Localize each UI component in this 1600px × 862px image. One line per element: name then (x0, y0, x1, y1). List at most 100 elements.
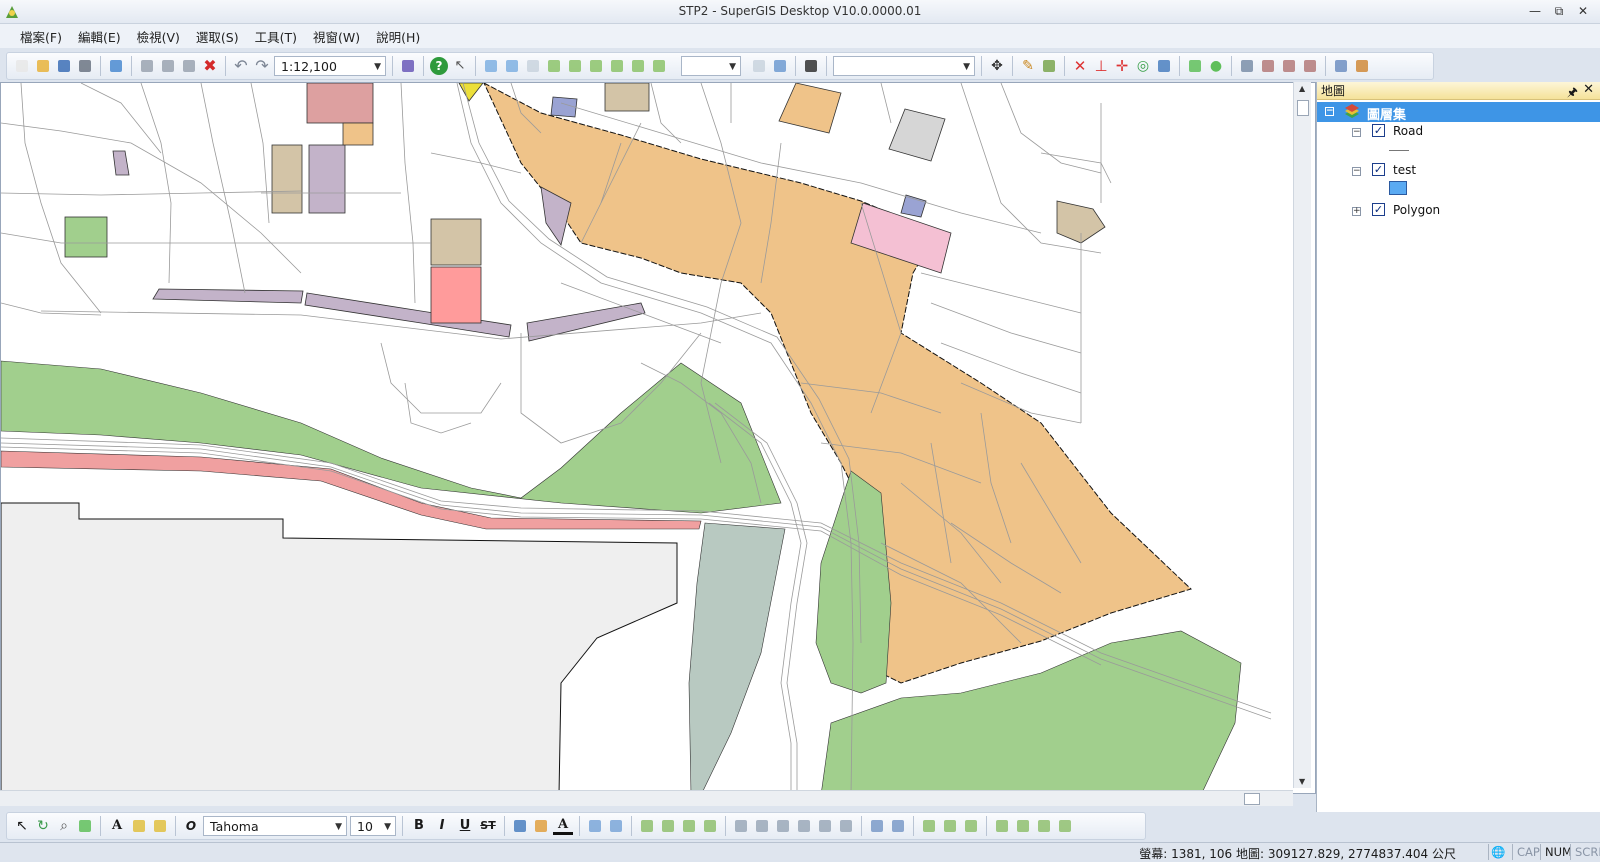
line-color-icon[interactable] (532, 817, 550, 835)
fill-color-icon[interactable] (511, 817, 529, 835)
same-size-icon[interactable] (962, 817, 980, 835)
layer-checkbox-test[interactable]: ✓ (1372, 163, 1385, 176)
bring-front-icon[interactable] (638, 817, 656, 835)
redo-icon[interactable]: ↷ (253, 57, 271, 75)
blue-block-polygon[interactable] (900, 194, 927, 218)
menu-view[interactable]: 檢視(V) (129, 24, 188, 49)
select-arrow-icon[interactable]: ↖ (13, 817, 31, 835)
align-middle-icon[interactable] (816, 817, 834, 835)
menu-window[interactable]: 視窗(W) (305, 24, 368, 49)
full-extent-icon[interactable] (608, 57, 626, 75)
underline-button[interactable]: U (455, 816, 475, 836)
collapse-icon[interactable]: − (1352, 167, 1361, 176)
distribute-h-icon[interactable] (868, 817, 886, 835)
align-left-icon[interactable] (732, 817, 750, 835)
paste-icon[interactable] (180, 57, 198, 75)
fixed-zoom-out-icon[interactable] (566, 57, 584, 75)
reshape-icon[interactable] (1259, 57, 1277, 75)
font-size-combo[interactable]: 10 ▼ (350, 816, 396, 836)
fixed-zoom-in-icon[interactable] (545, 57, 563, 75)
rectangle-icon[interactable] (76, 817, 94, 835)
green-dot-icon[interactable]: ● (1207, 57, 1225, 75)
sketch-tool-icon[interactable] (1040, 57, 1058, 75)
flip-v-icon[interactable] (1056, 817, 1074, 835)
layer-label-test[interactable]: test (1393, 163, 1416, 177)
zoom-layer-icon[interactable] (524, 57, 542, 75)
tan-block-rect[interactable] (604, 83, 650, 112)
split-icon[interactable] (1280, 57, 1298, 75)
delete-icon[interactable]: ✖ (201, 57, 219, 75)
bring-forward-icon[interactable] (680, 817, 698, 835)
font-icon[interactable]: O (182, 817, 200, 835)
scroll-thumb[interactable] (1244, 793, 1260, 805)
tan-block-rect[interactable] (271, 144, 303, 214)
edit-text-icon[interactable] (151, 817, 169, 835)
close-icon[interactable]: ✕ (1583, 82, 1594, 97)
align-right-icon[interactable] (774, 817, 792, 835)
highlighter-icon[interactable] (130, 817, 148, 835)
green-block-rect[interactable] (64, 216, 108, 258)
circle-snap-icon[interactable]: ◎ (1134, 57, 1152, 75)
new-document-icon[interactable] (13, 57, 31, 75)
rotate-right-icon[interactable] (1014, 817, 1032, 835)
rose-block-rect[interactable] (306, 83, 374, 124)
slate-area-polygon[interactable] (688, 522, 786, 794)
layer-checkbox-road[interactable]: ✓ (1372, 124, 1385, 137)
frame-icon[interactable] (1155, 57, 1173, 75)
collapse-icon[interactable]: − (1352, 128, 1361, 137)
layer-set-row[interactable]: − 圖層集 (1317, 102, 1600, 123)
blank-combo-1[interactable]: ▼ (681, 56, 741, 76)
restore-button[interactable]: ⧉ (1548, 3, 1570, 20)
sketch-properties-icon[interactable] (1353, 57, 1371, 75)
map-canvas[interactable] (1, 83, 1316, 794)
send-backward-icon[interactable] (701, 817, 719, 835)
pencil-icon[interactable]: ✎ (1019, 57, 1037, 75)
map-view[interactable] (0, 82, 1316, 794)
send-back-icon[interactable] (659, 817, 677, 835)
align-top-icon[interactable] (795, 817, 813, 835)
copy-icon[interactable] (159, 57, 177, 75)
green-park-polygon[interactable] (815, 470, 892, 694)
same-height-icon[interactable] (941, 817, 959, 835)
lavender-block-rect[interactable] (308, 144, 346, 214)
zoom-out-icon[interactable] (503, 57, 521, 75)
flip-h-icon[interactable] (1035, 817, 1053, 835)
map-horizontal-scrollbar[interactable] (0, 790, 1293, 806)
menu-edit[interactable]: 編輯(E) (70, 24, 129, 49)
gray-building-polygon[interactable] (888, 108, 946, 162)
italic-button[interactable]: I (432, 816, 452, 836)
menu-select[interactable]: 選取(S) (188, 24, 247, 49)
menu-help[interactable]: 說明(H) (368, 24, 428, 49)
python-icon[interactable] (399, 57, 417, 75)
select-edit-icon[interactable]: ✥ (988, 57, 1006, 75)
group-icon[interactable] (586, 817, 604, 835)
strikethrough-button[interactable]: ST (478, 816, 498, 836)
print-icon[interactable] (76, 57, 94, 75)
edit-vertex-icon[interactable] (1238, 57, 1256, 75)
distribute-v-icon[interactable] (889, 817, 907, 835)
cross-icon[interactable]: ✛ (1113, 57, 1131, 75)
attributes-icon[interactable] (1332, 57, 1350, 75)
yellow-block-polygon[interactable] (458, 83, 484, 102)
green-area-polygon[interactable] (1, 360, 782, 514)
green-rect-icon[interactable] (1186, 57, 1204, 75)
table-icon[interactable] (750, 57, 768, 75)
lavender-block-polygon[interactable] (112, 150, 130, 176)
menu-tools[interactable]: 工具(T) (247, 24, 305, 49)
clapperboard-icon[interactable] (802, 57, 820, 75)
perpendicular-icon[interactable]: ⊥ (1092, 57, 1110, 75)
open-folder-icon[interactable] (34, 57, 52, 75)
cut-icon[interactable] (138, 57, 156, 75)
scroll-down-icon[interactable]: ▼ (1299, 777, 1305, 786)
scroll-thumb[interactable] (1297, 100, 1309, 116)
ungroup-icon[interactable] (607, 817, 625, 835)
add-data-icon[interactable] (107, 57, 125, 75)
salmon-block-rect[interactable] (430, 266, 482, 324)
tan-block-rect[interactable] (430, 218, 482, 266)
gray-area-polygon[interactable] (1, 502, 678, 794)
same-width-icon[interactable] (920, 817, 938, 835)
scale-combo[interactable]: 1:12,100 ▼ (274, 56, 386, 76)
zoom-in-icon[interactable] (482, 57, 500, 75)
minimize-button[interactable]: — (1524, 3, 1546, 20)
layer-icon[interactable] (771, 57, 789, 75)
